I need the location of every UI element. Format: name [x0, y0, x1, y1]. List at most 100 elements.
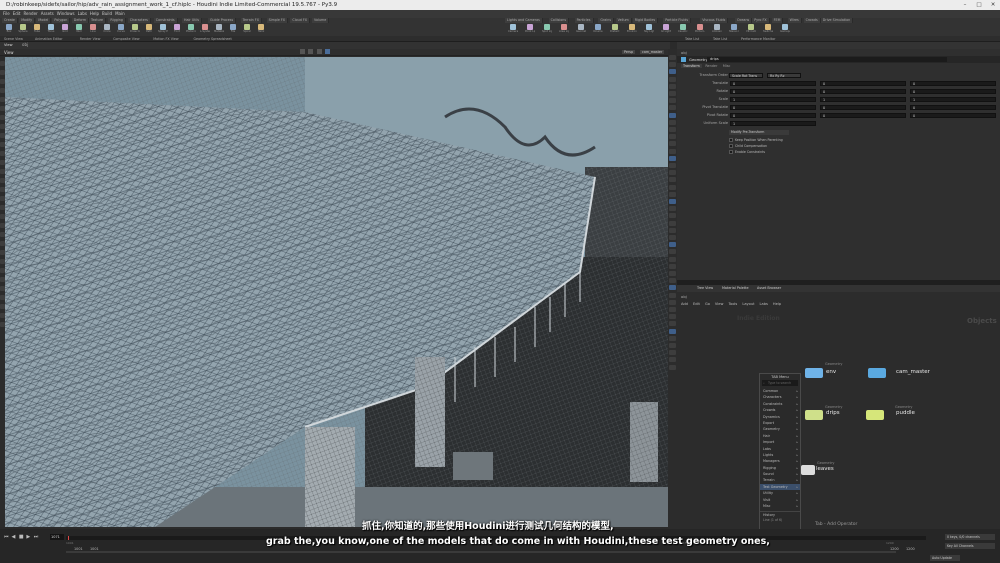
param-field[interactable]: 0 — [820, 112, 906, 118]
display-option-button[interactable] — [669, 278, 676, 284]
shelf-tab-2[interactable]: Model — [36, 18, 52, 23]
display-option-button[interactable] — [669, 170, 676, 176]
checkbox[interactable] — [729, 150, 733, 154]
tab-asset-browser[interactable]: Asset Browser — [757, 286, 781, 290]
display-option-button[interactable] — [669, 191, 676, 197]
display-option-button[interactable] — [669, 134, 676, 140]
net-menu-help[interactable]: Help — [773, 302, 781, 306]
display-option-button[interactable] — [669, 112, 676, 118]
menu-item-render[interactable]: Render — [23, 10, 37, 18]
shelf-right-tab-5[interactable]: Rigid Bodies — [632, 18, 659, 23]
shelf-tool-null[interactable]: Null — [74, 24, 84, 35]
tab-misc[interactable]: Misc — [721, 64, 733, 68]
shelf-tab-14[interactable]: Volume — [312, 18, 330, 23]
shelf-right-tab-4[interactable]: Vellum — [615, 18, 632, 23]
tab-tree-view[interactable]: Tree View — [697, 286, 713, 290]
modify-pretransform-button[interactable]: Modify Pre-Transform — [729, 130, 789, 135]
net-menu-add[interactable]: Add — [681, 302, 688, 306]
param-field[interactable]: 0 — [730, 80, 816, 86]
param-field[interactable]: 0 — [910, 88, 996, 94]
shelf-right-tab-8[interactable]: Oceans — [735, 18, 753, 23]
param-field[interactable]: 0 — [730, 112, 816, 118]
shelf-tool-spot-light[interactable]: Spot Light — [542, 24, 552, 35]
display-option-button[interactable] — [669, 213, 676, 219]
shelf-tool-stereo-camera[interactable]: Stereo Camera — [729, 24, 739, 35]
checkbox-row[interactable]: Enable Constraints — [729, 150, 765, 155]
param-field[interactable]: 0 — [820, 88, 906, 94]
shelf-tool-metaball[interactable]: Metaball — [214, 24, 224, 35]
shelf-right-tab-9[interactable]: Pyro FX — [752, 18, 770, 23]
display-option-button[interactable] — [669, 335, 676, 341]
display-option-button[interactable] — [669, 206, 676, 212]
param-field[interactable]: 0 — [730, 104, 816, 110]
net-menu-layout[interactable]: Layout — [742, 302, 754, 306]
net-menu-view[interactable]: View — [715, 302, 724, 306]
shelf-tool-font[interactable]: Font — [172, 24, 182, 35]
menu-item-help[interactable]: Help — [90, 10, 99, 18]
maximize-icon[interactable]: □ — [972, 0, 986, 10]
display-option-button[interactable] — [669, 119, 676, 125]
shelf-tool-switcher[interactable]: Switcher — [763, 24, 773, 35]
display-option-button[interactable] — [669, 227, 676, 233]
display-option-button[interactable] — [669, 83, 676, 89]
shelf-right-tab-6[interactable]: Particle Fluids — [663, 18, 692, 23]
display-option-button[interactable] — [669, 148, 676, 154]
menu-item-edit[interactable]: Edit — [13, 10, 21, 18]
skip-end-icon[interactable]: ⏭ — [34, 534, 40, 540]
step-back-icon[interactable]: ◀ — [11, 534, 17, 540]
param-field[interactable]: 0 — [910, 80, 996, 86]
shelf-tool-ambient-light[interactable]: Ambient Light — [712, 24, 722, 35]
net-menu-tools[interactable]: Tools — [728, 302, 737, 306]
shelf-right-tab-12[interactable]: Crowds — [803, 18, 821, 23]
shelf-right-tab-2[interactable]: Particles — [574, 18, 594, 23]
playhead[interactable] — [68, 536, 69, 540]
checkbox[interactable] — [729, 144, 733, 148]
display-option-button[interactable] — [669, 242, 676, 248]
display-option-button[interactable] — [669, 307, 676, 312]
node-puddle[interactable] — [866, 410, 884, 420]
shelf-right-tab-1[interactable]: Collisions — [548, 18, 570, 23]
param-field[interactable]: 1 — [730, 120, 816, 126]
shelf-tool-volume-light[interactable]: Volume Light — [593, 24, 603, 35]
display-option-button[interactable] — [669, 343, 676, 348]
display-option-button[interactable] — [669, 91, 676, 96]
shelf-tab-4[interactable]: Deform — [71, 18, 90, 23]
shelf-tool-camera[interactable]: Camera — [508, 24, 518, 35]
snap-icon[interactable] — [316, 49, 322, 54]
stop-icon[interactable]: ■ — [19, 534, 25, 540]
shelf-tab-13[interactable]: Cloud FX — [290, 18, 311, 23]
shelf-right-tab-10[interactable]: FEM — [771, 18, 784, 23]
display-option-button[interactable] — [669, 271, 676, 276]
display-option-button[interactable] — [669, 155, 676, 161]
shelf-right-tab-7[interactable]: Viscous Fluids — [700, 18, 729, 23]
shelf-tool-point-light[interactable]: Point Light — [525, 24, 535, 35]
menu-item-file[interactable]: File — [3, 10, 10, 18]
menu-item-main[interactable]: Main — [115, 10, 125, 18]
keys-indicator[interactable]: 0 keys, 0/0 channels — [945, 534, 995, 540]
tab-view[interactable]: View — [4, 43, 13, 47]
display-option-button[interactable] — [669, 105, 676, 111]
tab-transform[interactable]: Transform — [681, 64, 702, 68]
persp-menu[interactable]: Persp — [622, 50, 636, 54]
param-field[interactable]: 1 — [820, 96, 906, 102]
node-env[interactable] — [805, 368, 823, 378]
frame-icon[interactable] — [308, 49, 314, 54]
display-option-button[interactable] — [669, 76, 676, 82]
param-field[interactable]: 1 — [910, 96, 996, 102]
param-field[interactable]: 1 — [730, 96, 816, 102]
shelf-tab-8[interactable]: Constraints — [153, 18, 178, 23]
shelf-tool-torus[interactable]: Torus — [46, 24, 56, 35]
shelf-tab-5[interactable]: Texture — [89, 18, 107, 23]
network-editor[interactable]: Tree View Material Palette Asset Browser… — [677, 285, 1000, 529]
range-end[interactable]: 1200 — [890, 547, 899, 551]
display-option-button[interactable] — [669, 314, 676, 320]
display-option-button[interactable] — [669, 350, 676, 356]
param-field[interactable]: Rx Ry Rz — [767, 72, 801, 78]
tab-material-palette[interactable]: Material Palette — [722, 286, 749, 290]
menu-item-assets[interactable]: Assets — [41, 10, 54, 18]
checkbox-row[interactable]: Keep Position When Parenting — [729, 138, 783, 143]
display-option-button[interactable] — [669, 299, 676, 305]
camera-menu[interactable]: cam_master — [640, 50, 665, 54]
home-icon[interactable] — [300, 49, 305, 54]
node-leaves[interactable] — [801, 465, 815, 475]
